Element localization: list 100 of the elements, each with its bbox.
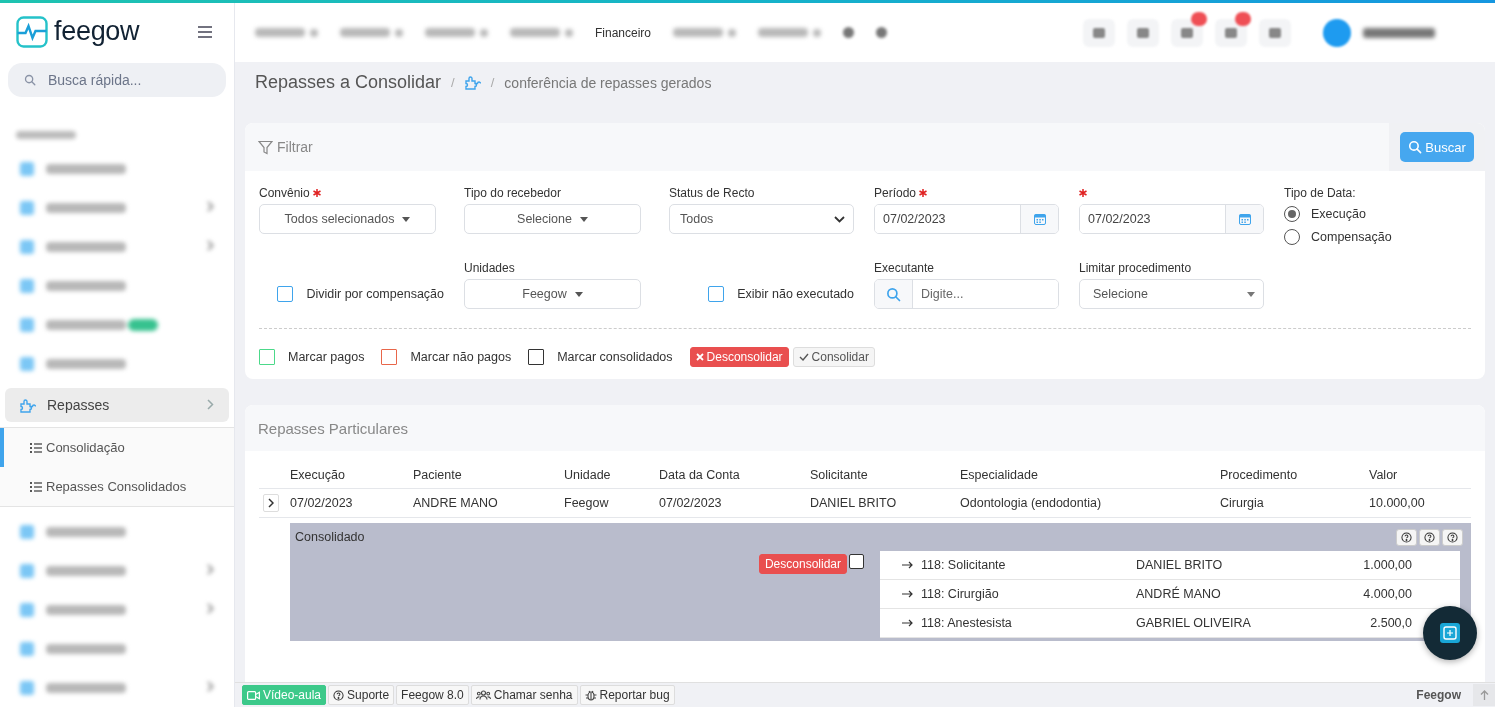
table-cell-text: ANDRE MANO [413,496,499,510]
calendar-button[interactable] [1020,205,1058,233]
mark-checkbox[interactable] [259,349,275,365]
field-label: Limitar procedimento [1079,260,1192,275]
blurred-tool-button[interactable] [1171,18,1203,47]
chevron-icon [268,498,274,508]
chevron-down-icon [834,215,845,223]
select-field[interactable]: Selecione [1079,279,1264,309]
arrow-icon [902,590,913,598]
footer-link[interactable]: Reportar bug [579,685,675,705]
chevron-icon [207,240,214,251]
help-button[interactable] [1396,528,1417,546]
calendar-button[interactable] [1225,205,1263,233]
blurred-tool-button[interactable] [1259,18,1291,47]
table-cell-text: 07/02/2023 [290,496,354,510]
close-icon [695,353,704,361]
breadcrumb-separator: / [490,75,495,90]
caret-icon [579,216,588,222]
menu-icon[interactable] [198,25,212,38]
radio-option[interactable]: Compensação [1284,227,1469,246]
breadcrumb-link[interactable]: conferência de repasses gerados [504,74,712,91]
checkbox[interactable] [849,554,864,569]
logo-icon [16,15,48,48]
select-field[interactable]: Todos [669,204,854,234]
dropdown-button[interactable]: Selecione [464,204,641,234]
nav-link[interactable]: Financeiro [595,25,652,40]
table-cell: 118: Solicitante [921,558,1006,572]
field-label: Unidades [464,260,515,275]
blurred-nav-icon[interactable] [843,27,855,38]
blurred-nav-item[interactable] [510,28,573,37]
menu-item[interactable]: Repasses [5,388,229,422]
avatar[interactable] [1323,18,1351,47]
help-button[interactable] [1419,528,1440,546]
detail-title: Consolidado [295,530,365,544]
quick-search-box[interactable]: Busca rápida... [8,63,226,97]
page-title: Repasses a Consolidar [255,72,442,93]
blurred-nav-item[interactable] [673,28,737,37]
date-picker[interactable]: 07/02/2023 [874,204,1059,234]
help-button[interactable] [1442,528,1463,546]
table-cell-text: Odontologia (endodontia) [960,496,1103,510]
mark-checkbox[interactable] [528,349,545,365]
filter-icon [258,139,273,155]
help-icon [1447,531,1458,543]
scroll-top-button[interactable] [1473,684,1495,706]
arrow-icon [902,619,913,627]
column-header: Especialidade [960,467,1039,482]
column-header: Solicitante [810,467,869,482]
submenu-item[interactable]: Repasses Consolidados [0,467,234,506]
chevron-icon [207,681,214,692]
help-icon [1424,531,1435,543]
logo-text: feegow [54,16,140,48]
blurred-user-name[interactable] [1363,27,1435,38]
table-cell-text: DANIEL BRITO [810,496,898,510]
unconsolidate-button[interactable]: Desconsolidar [758,554,847,574]
blurred-nav-icon[interactable] [876,27,888,38]
blurred-nav-item[interactable] [255,28,318,37]
checkbox[interactable] [708,286,725,302]
bug-icon [584,689,597,701]
table-cell-text: 2.500,0 [1369,616,1413,630]
blurred-tool-button[interactable] [1127,18,1159,47]
chevron-icon [207,603,214,614]
field-label: Executante [874,260,935,275]
column-header: Paciente [413,467,463,482]
consolidate-button[interactable]: Consolidar [792,347,875,367]
list-icon [30,442,42,453]
dropdown-button[interactable]: Feegow [464,279,641,309]
dropdown-button[interactable]: Todos selecionados [259,204,436,234]
puzzle-icon [20,397,36,413]
field-label: Tipo do recebedor [464,185,561,200]
footer-link[interactable]: Suporte [328,685,395,705]
list-icon [30,481,42,492]
search-box[interactable]: Digite... [874,279,1059,309]
help-icon [1401,531,1412,543]
column-header: Execução [290,467,346,482]
blurred-nav-item[interactable] [425,28,488,37]
checkbox[interactable] [277,286,294,302]
filter-title: Filtrar [277,139,313,155]
mark-checkbox[interactable] [381,349,398,365]
table-cell-text: 4.000,00 [1362,587,1413,601]
table-cell-text: 10.000,00 [1369,496,1426,510]
table-cell-text: 07/02/2023 [659,496,723,510]
blurred-tool-button[interactable] [1083,18,1115,47]
checkbox-label: Dividir por compensação [306,287,444,301]
chevron-icon [207,564,214,575]
footer-link[interactable]: Chamar senha [470,685,578,705]
unconsolidate-button[interactable]: Desconsolidar [689,347,789,367]
submenu-item[interactable]: Consolidação [0,428,234,467]
caret-icon [402,216,411,222]
blurred-nav-item[interactable] [340,28,403,37]
table-cell-text: DANIEL BRITO [1136,558,1224,572]
blurred-tool-button[interactable] [1215,18,1247,47]
table-cell-text: Cirurgia [1220,496,1265,510]
radio-option[interactable]: Execução [1284,204,1469,223]
search-icon [886,286,901,302]
quick-search-field[interactable]: Busca rápida... [46,71,210,90]
date-picker[interactable]: 07/02/2023 [1079,204,1264,234]
footer-link[interactable]: Feegow 8.0 [396,685,469,705]
blurred-section-heading [16,131,76,139]
expand-button[interactable] [263,494,279,512]
blurred-nav-item[interactable] [758,28,822,37]
